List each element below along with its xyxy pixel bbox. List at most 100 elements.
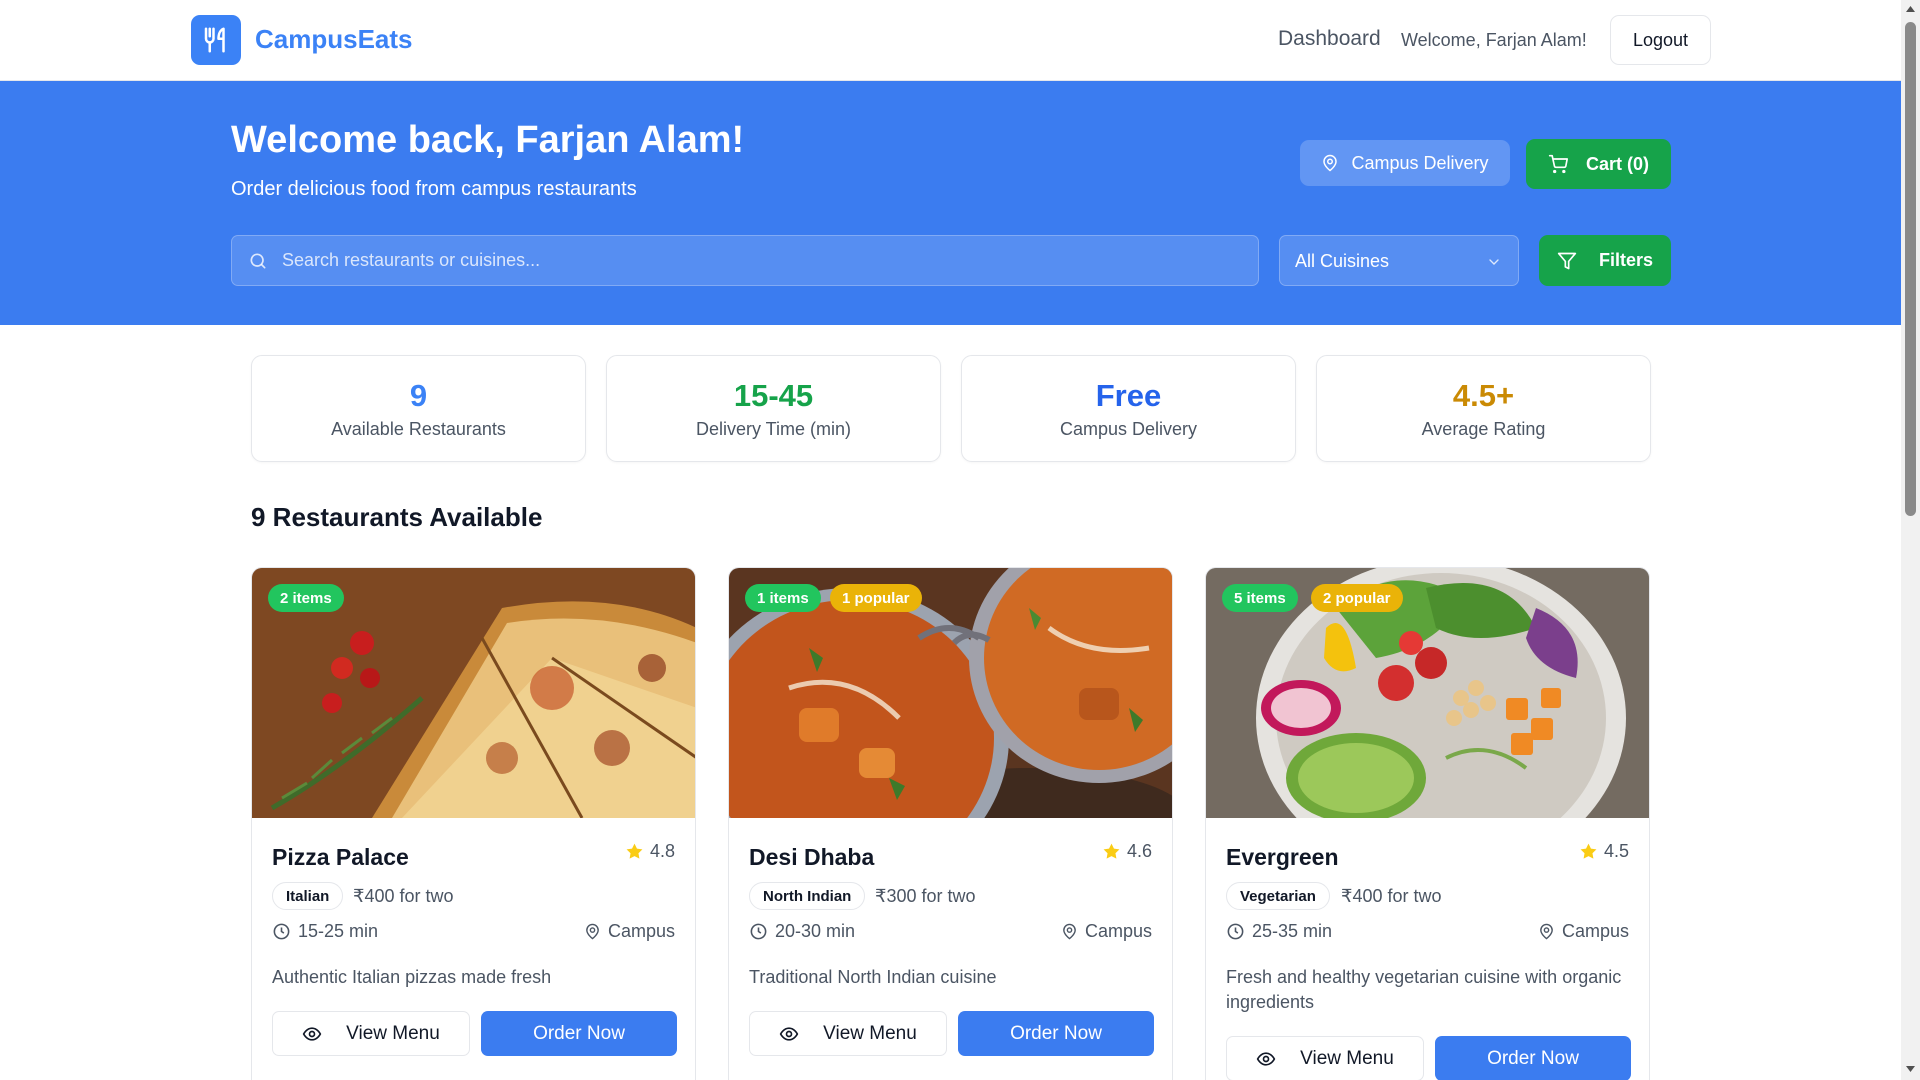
page: CampusEats Dashboard Welcome, Farjan Ala… — [0, 0, 1920, 1080]
popular-badge: 1 popular — [830, 584, 922, 612]
location: Campus — [1061, 921, 1152, 942]
stat-label: Delivery Time (min) — [695, 419, 851, 439]
app-logo[interactable] — [191, 15, 241, 65]
restaurant-card[interactable]: 5 items 2 popular Evergreen 4.5 Vegetari… — [1205, 567, 1650, 1080]
restaurant-description: Traditional North Indian cuisine — [749, 967, 997, 987]
rating-value: 4.5 — [1603, 841, 1629, 861]
rating-value: 4.8 — [649, 841, 675, 861]
search-bar[interactable] — [231, 235, 1259, 286]
cart-label: Cart (0) — [1585, 153, 1649, 174]
cuisine-tag: Italian — [272, 882, 344, 910]
price-text: ₹400 for two — [1341, 886, 1442, 906]
popular-badge: 2 popular — [1311, 584, 1403, 612]
cuisine-select-value: All Cuisines — [1295, 251, 1390, 271]
restaurant-rating: 4.5 — [1579, 841, 1629, 862]
items-badge: 5 items — [1222, 584, 1298, 612]
restaurant-image-salad[interactable]: 5 items 2 popular — [1206, 568, 1649, 818]
location-value: Campus — [607, 921, 675, 941]
restaurant-card[interactable]: 1 items 1 popular Desi Dhaba 4.6 North I… — [728, 567, 1173, 1080]
location-value: Campus — [1561, 921, 1629, 941]
items-badge: 2 items — [268, 584, 344, 612]
view-menu-label: View Menu — [823, 1022, 917, 1044]
delivery-time: 20-30 min — [749, 921, 855, 942]
restaurant-description: Fresh and healthy vegetarian cuisine wit… — [1226, 967, 1622, 1012]
campus-delivery-pill[interactable]: Campus Delivery — [1300, 140, 1510, 186]
section-title: 9 Restaurants Available — [251, 502, 543, 532]
fork-knife-icon — [204, 27, 225, 53]
restaurant-name: Desi Dhaba — [749, 844, 875, 870]
view-menu-button[interactable]: View Menu — [1226, 1036, 1424, 1080]
restaurant-image-curry[interactable]: 1 items 1 popular — [729, 568, 1172, 818]
restaurant-rating: 4.6 — [1102, 841, 1152, 862]
stat-label: Available Restaurants — [331, 419, 506, 439]
restaurant-name: Evergreen — [1226, 844, 1339, 870]
delivery-time: 25-35 min — [1226, 921, 1332, 942]
restaurant-image-pizza[interactable]: 2 items — [252, 568, 695, 818]
scroll-down-arrow-icon[interactable] — [1905, 1064, 1916, 1074]
view-menu-button[interactable]: View Menu — [272, 1011, 470, 1056]
stat-value: 9 — [409, 378, 428, 413]
restaurant-description: Authentic Italian pizzas made fresh — [272, 967, 552, 987]
welcome-text: Welcome, Farjan Alam! — [1401, 30, 1587, 50]
price-text: ₹300 for two — [875, 886, 976, 906]
order-now-button[interactable]: Order Now — [1435, 1036, 1631, 1080]
location: Campus — [1538, 921, 1629, 942]
order-now-button[interactable]: Order Now — [958, 1011, 1154, 1056]
cart-icon — [1548, 154, 1568, 174]
delivery-time: 15-25 min — [272, 921, 378, 942]
restaurant-rating: 4.8 — [625, 841, 675, 862]
stat-value: Free — [1095, 378, 1162, 413]
time-value: 15-25 min — [298, 921, 379, 941]
scrollbar-thumb[interactable] — [1905, 22, 1916, 516]
eye-icon — [302, 1026, 322, 1041]
view-menu-button[interactable]: View Menu — [749, 1011, 947, 1056]
stat-card-campus-delivery: Free Campus Delivery — [961, 355, 1296, 462]
filters-label: Filters — [1598, 250, 1654, 270]
stat-label: Campus Delivery — [1059, 419, 1198, 439]
app-name[interactable]: CampusEats — [255, 24, 413, 55]
hero-title: Welcome back, Farjan Alam! — [231, 119, 745, 161]
campus-delivery-label: Campus Delivery — [1351, 152, 1489, 173]
search-input[interactable] — [282, 236, 1242, 285]
clock-icon — [273, 923, 290, 940]
stat-value: 15-45 — [733, 378, 814, 413]
cuisine-tag: Vegetarian — [1226, 882, 1330, 910]
time-value: 20-30 min — [775, 921, 856, 941]
search-icon — [250, 253, 266, 269]
nav-dashboard-link[interactable]: Dashboard — [1278, 27, 1381, 51]
items-badge: 1 items — [745, 584, 821, 612]
clock-icon — [1227, 923, 1244, 940]
clock-icon — [750, 923, 767, 940]
filters-button[interactable]: Filters — [1539, 235, 1671, 286]
view-menu-label: View Menu — [1300, 1047, 1394, 1069]
star-icon — [1103, 843, 1120, 859]
time-value: 25-35 min — [1252, 921, 1333, 941]
rating-value: 4.6 — [1126, 841, 1152, 861]
hero-banner: Welcome back, Farjan Alam! Order delicio… — [0, 81, 1901, 325]
chevron-down-icon — [1489, 259, 1499, 265]
eye-icon — [779, 1026, 799, 1041]
top-navbar: CampusEats Dashboard Welcome, Farjan Ala… — [0, 0, 1901, 81]
order-now-button[interactable]: Order Now — [481, 1011, 677, 1056]
map-pin-icon — [1323, 154, 1338, 172]
stat-card-rating: 4.5+ Average Rating — [1316, 355, 1651, 462]
map-pin-icon — [1063, 923, 1076, 940]
filter-icon — [1557, 252, 1577, 269]
price-text: ₹400 for two — [353, 886, 454, 906]
scroll-up-arrow-icon[interactable] — [1905, 4, 1916, 14]
map-pin-icon — [586, 923, 599, 940]
stat-value: 4.5+ — [1452, 378, 1515, 413]
cuisine-select[interactable]: All Cuisines — [1279, 235, 1519, 286]
location-value: Campus — [1084, 921, 1152, 941]
location: Campus — [584, 921, 675, 942]
restaurant-card[interactable]: 2 items Pizza Palace 4.8 Italian ₹400 fo… — [251, 567, 696, 1080]
map-pin-icon — [1540, 923, 1553, 940]
view-menu-label: View Menu — [346, 1022, 440, 1044]
stat-card-restaurants: 9 Available Restaurants — [251, 355, 586, 462]
stat-card-delivery-time: 15-45 Delivery Time (min) — [606, 355, 941, 462]
cuisine-tag: North Indian — [749, 882, 866, 910]
cart-button[interactable]: Cart (0) — [1526, 139, 1671, 189]
eye-icon — [1256, 1051, 1276, 1066]
logout-button[interactable]: Logout — [1610, 15, 1711, 65]
star-icon — [1580, 843, 1597, 859]
